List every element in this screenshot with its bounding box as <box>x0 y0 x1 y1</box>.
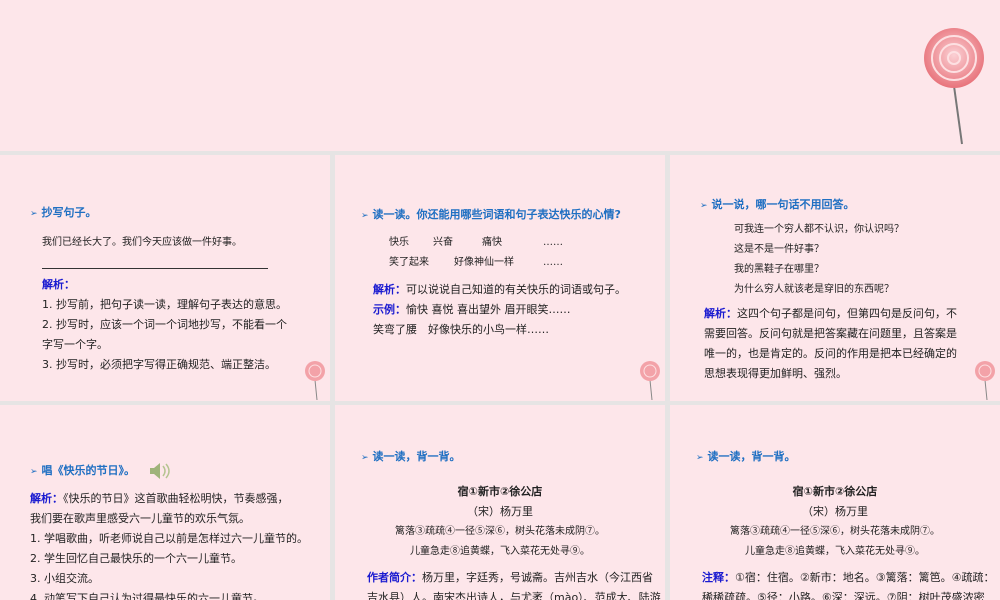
analysis-line: 4. 动笔写下自己认为过得最快乐的六一儿童节。 <box>30 592 264 600</box>
analysis-line: 字写一个字。 <box>42 338 108 351</box>
poem-line: 儿童急走⑧追黄蝶，飞入菜花无处寻⑨。 <box>745 546 925 557</box>
analysis: 解析：可以说说自己知道的有关快乐的词语或句子。 <box>373 283 626 296</box>
analysis-line: 唯一的，也是肯定的。反问的作用是把本已经确定的 <box>704 347 957 360</box>
slide-heading: ➢ 说一说，哪一句话不用回答。 <box>700 198 855 211</box>
analysis-label: 解析： <box>42 278 75 291</box>
arrow-icon: ➢ <box>361 453 369 463</box>
slide-heading: ➢ 读一读。你还能用哪些词语和句子表达快乐的心情? <box>361 208 621 221</box>
analysis-line: 2. 抄写时，应该一个词一个词地抄写，不能看一个 <box>42 318 287 331</box>
word: 痛快 <box>482 237 502 248</box>
analysis-line: 1. 学唱歌曲，听老师说自己以前是怎样过六一儿童节的。 <box>30 532 308 545</box>
poem-line: 儿童急走⑧追黄蝶，飞入菜花无处寻⑨。 <box>410 546 590 557</box>
word: 兴奋 <box>433 237 453 248</box>
phrase: 笑了起来 <box>389 257 429 268</box>
slide-copy-sentence: ➢ 抄写句子。 我们已经长大了。我们今天应该做一件好事。 解析： 1. 抄写前，把… <box>0 155 330 401</box>
phrase: …… <box>543 257 563 268</box>
slide-heading: ➢ 唱《快乐的节日》。 <box>30 464 136 477</box>
slide-heading: ➢ 读一读，背一背。 <box>696 450 796 463</box>
author-intro-line: 吉水县）人。南宋杰出诗人，与尤袤（mào）、范成大、陆游 <box>367 591 661 600</box>
analysis: 解析：这四个句子都是问句，但第四句是反问句，不 <box>704 307 957 320</box>
question: 我的黑鞋子在哪里？ <box>734 264 824 275</box>
title-slide <box>0 0 1000 151</box>
slide-happy-words: ➢ 读一读。你还能用哪些词语和句子表达快乐的心情? 快乐 兴奋 痛快 …… 笑了起… <box>335 155 665 401</box>
question: 为什么穷人就该老是穿旧的东西呢？ <box>734 284 894 295</box>
word: …… <box>543 237 563 248</box>
analysis: 解析：《快乐的节日》这首歌曲轻松明快，节奏感强， <box>30 492 289 505</box>
arrow-icon: ➢ <box>30 209 38 219</box>
slide-sing-song: ➢ 唱《快乐的节日》。 解析：《快乐的节日》这首歌曲轻松明快，节奏感强， 我们要在… <box>0 405 330 600</box>
arrow-icon: ➢ <box>700 201 708 211</box>
lollipop-icon <box>640 361 660 400</box>
poem-author: （宋）杨万里 <box>802 505 868 518</box>
analysis-line: 2. 学生回忆自己最快乐的一个六一儿童节。 <box>30 552 242 565</box>
example: 示例：愉快 喜悦 喜出望外 眉开眼笑…… <box>373 303 571 316</box>
slide-poem-notes: ➢ 读一读，背一背。 宿①新市②徐公店 （宋）杨万里 篱落③疏疏④一径⑤深⑥，树头… <box>670 405 1000 600</box>
slide-rhetorical-question: ➢ 说一说，哪一句话不用回答。 可我连一个穷人都不认识，你认识吗？ 这是不是一件好… <box>670 155 1000 401</box>
lollipop-icon <box>924 28 984 145</box>
lollipop-icon <box>975 361 995 400</box>
lollipop-icon <box>305 361 325 400</box>
poem-line: 篱落③疏疏④一径⑤深⑥，树头花落未成阴⑦。 <box>395 526 605 537</box>
arrow-icon: ➢ <box>30 467 38 477</box>
analysis-line: 我们要在歌声里感受六一儿童节的欢乐气氛。 <box>30 512 250 525</box>
poem-title: 宿①新市②徐公店 <box>792 485 878 498</box>
example-sentence: 我们已经长大了。我们今天应该做一件好事。 <box>42 237 242 248</box>
arrow-icon: ➢ <box>696 453 704 463</box>
author-intro: 作者简介：杨万里，字廷秀，号诚斋。吉州吉水（今江西省 <box>367 571 653 584</box>
notes-line: 稀稀疏疏。⑤径：小路。⑥深：深远。⑦阴：树叶茂盛浓密 <box>702 591 985 600</box>
slide-poem-author: ➢ 读一读，背一背。 宿①新市②徐公店 （宋）杨万里 篱落③疏疏④一径⑤深⑥，树头… <box>335 405 665 600</box>
poem-title: 宿①新市②徐公店 <box>457 485 543 498</box>
analysis-line: 3. 小组交流。 <box>30 572 99 585</box>
notes: 注释：①宿：住宿。②新市：地名。③篱落：篱笆。④疏疏： <box>702 571 995 584</box>
word: 快乐 <box>389 237 409 248</box>
analysis-line: 思想表现得更加鲜明、强烈。 <box>704 367 847 380</box>
arrow-icon: ➢ <box>361 211 369 221</box>
poem-author: （宋）杨万里 <box>467 505 533 518</box>
question: 这是不是一件好事？ <box>734 244 824 255</box>
poem-line: 篱落③疏疏④一径⑤深⑥，树头花落未成阴⑦。 <box>730 526 940 537</box>
speaker-icon[interactable] <box>148 461 170 481</box>
analysis-line: 需要回答。反问句就是把答案藏在问题里，且答案是 <box>704 327 957 340</box>
analysis-line: 3. 抄写时，必须把字写得正确规范、端正整洁。 <box>42 358 276 371</box>
question: 可我连一个穷人都不认识，你认识吗？ <box>734 224 904 235</box>
writing-line <box>42 268 268 269</box>
phrase: 好像神仙一样 <box>454 257 514 268</box>
slide-heading: ➢ 抄写句子。 <box>30 206 97 219</box>
slide-heading: ➢ 读一读，背一背。 <box>361 450 461 463</box>
example-line: 笑弯了腰 好像快乐的小鸟一样…… <box>373 323 549 336</box>
analysis-line: 1. 抄写前，把句子读一读，理解句子表达的意思。 <box>42 298 287 311</box>
